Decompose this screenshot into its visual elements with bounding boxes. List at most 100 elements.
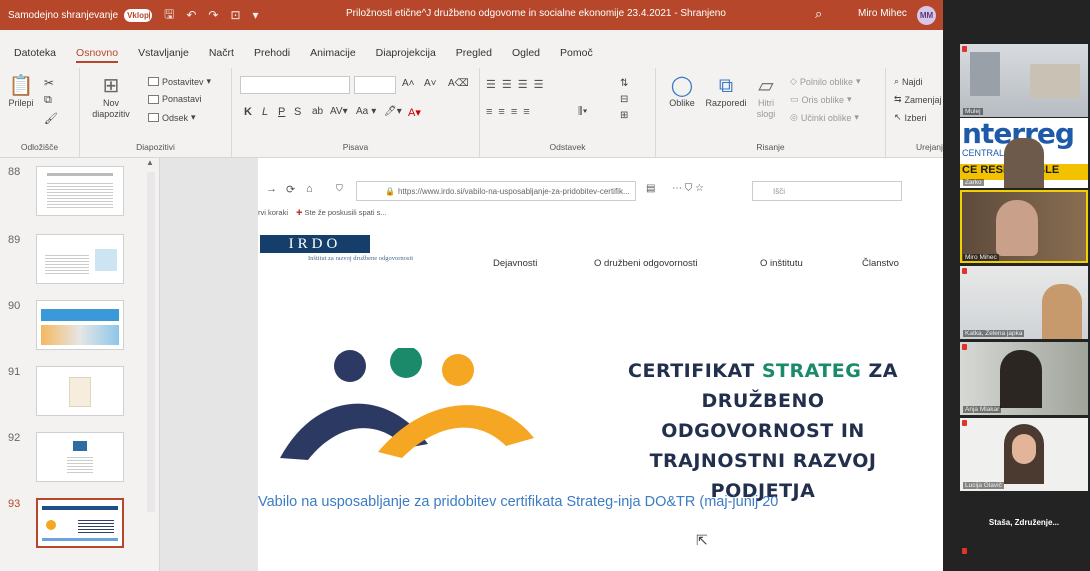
shape-outline-button[interactable]: ▭ Oris oblike ▾ — [790, 94, 852, 105]
home-icon: ⌂ — [306, 183, 313, 195]
shapes-button[interactable]: ◯ Oblike — [664, 74, 700, 109]
drawing-label: Risanje — [756, 142, 785, 152]
mic-muted-icon — [962, 420, 967, 426]
shape-effects-button[interactable]: ◎ Učinki oblike ▾ — [790, 112, 859, 123]
highlight-icon[interactable]: 🖊▾ — [384, 106, 402, 117]
shadow-button[interactable]: S — [294, 106, 301, 118]
italic-button[interactable]: L — [262, 106, 268, 118]
tab-review[interactable]: Pregled — [456, 47, 492, 59]
strikethrough-icon[interactable]: ab — [312, 106, 323, 117]
list-buttons-icon[interactable]: ☰☰☰☰ — [486, 78, 549, 91]
slide-number: 91 — [8, 366, 21, 378]
columns-icon[interactable]: ⫼▾ — [578, 106, 587, 117]
arrange-button[interactable]: ⧉ Razporedi — [704, 74, 748, 109]
find-button[interactable]: ⌕ Najdi — [894, 76, 923, 87]
format-painter-icon[interactable]: 🖌 — [44, 112, 58, 125]
section-icon — [148, 113, 159, 122]
scroll-up-icon[interactable]: ▲ — [146, 158, 154, 167]
slide-thumbnail-89[interactable] — [36, 234, 124, 284]
text-direction-icon[interactable]: ⇅ — [620, 78, 628, 89]
tab-home[interactable]: Osnovno — [76, 47, 119, 63]
present-icon[interactable]: ⊡ — [230, 8, 240, 22]
align-text-icon[interactable]: ⊟ — [620, 94, 628, 105]
participant-tile[interactable]: Katka, Zelena japka — [960, 266, 1088, 339]
font-color-icon[interactable]: A▾ — [408, 106, 421, 119]
browser-search-box: Išči — [752, 181, 902, 201]
shape-fill-button[interactable]: ◇ Polnilo oblike ▾ — [790, 76, 861, 87]
redo-icon[interactable]: ↷ — [208, 8, 218, 22]
current-slide[interactable]: → ⟳ ⌂ ⛉ 🔒 https://www.irdo.si/vabilo-na-u… — [258, 158, 960, 571]
quick-styles-button[interactable]: ▱ Hitri slogi — [750, 74, 782, 120]
shapes-icon: ◯ — [670, 75, 694, 97]
thumbnails-scrollbar[interactable]: ▲ — [145, 158, 155, 571]
character-spacing-icon[interactable]: AV▾ — [330, 106, 348, 117]
undo-icon[interactable]: ↶ — [186, 8, 196, 22]
title-bar: Samodejno shranjevanje Vklop 🖫 ↶ ↷ ⊡ ▾ P… — [0, 0, 1090, 30]
participant-tile[interactable]: Lucija Glavič — [960, 418, 1088, 491]
smartart-icon[interactable]: ⊞ — [620, 110, 628, 121]
grow-font-icon[interactable]: A˄ — [402, 78, 415, 89]
save-icon[interactable]: 🖫 — [164, 5, 174, 26]
slide-thumbnail-92[interactable] — [36, 432, 124, 482]
font-size-select[interactable] — [354, 76, 396, 94]
slide-thumbnail-93[interactable] — [36, 498, 124, 548]
site-nav-item: O inštitutu — [760, 258, 803, 269]
autosave-label: Samodejno shranjevanje — [8, 9, 119, 21]
customize-toolbar-icon[interactable]: ▾ — [253, 8, 259, 22]
shrink-font-icon[interactable]: A˅ — [424, 78, 437, 89]
copy-icon[interactable]: ⧉ — [44, 94, 52, 107]
reset-button[interactable]: Ponastavi — [148, 94, 202, 104]
paste-icon: 📋 — [8, 75, 34, 97]
participant-tile[interactable]: nterreg CENTRAL EUROPE CE RESPONSIBLE Za… — [960, 118, 1088, 188]
invitation-text: Vabilo na usposabljanje za pridobitev ce… — [258, 494, 779, 510]
site-nav-item: O družbeni odgovornosti — [594, 258, 698, 269]
participant-tile[interactable]: Mulej — [960, 44, 1088, 117]
quick-styles-icon: ▱ — [758, 75, 774, 97]
new-slide-button[interactable]: ⊞ Nov diapozitiv — [88, 74, 134, 120]
site-nav-item: Članstvo — [862, 258, 899, 269]
tab-view[interactable]: Ogled — [512, 47, 540, 59]
tab-slideshow[interactable]: Diaprojekcija — [376, 47, 436, 59]
reset-icon — [148, 94, 159, 104]
slide-thumbnail-90[interactable] — [36, 300, 124, 350]
tab-file[interactable]: Datoteka — [14, 47, 56, 59]
reload-icon: ⟳ — [286, 184, 296, 196]
avatar[interactable]: MM — [917, 6, 936, 25]
change-case-button[interactable]: Aa ▾ — [356, 106, 376, 117]
slides-label: Diapozitivi — [136, 142, 175, 152]
clear-format-icon[interactable]: A⌫ — [448, 78, 469, 89]
slide-thumbnail-91[interactable] — [36, 366, 124, 416]
autosave-toggle[interactable]: Vklop — [124, 8, 153, 22]
shield-icon: ⛉ — [336, 183, 343, 193]
bold-button[interactable]: K — [244, 106, 252, 118]
slide-thumbnail-88[interactable] — [36, 166, 124, 216]
select-button[interactable]: ↖ Izberi — [894, 112, 927, 123]
align-buttons-icon[interactable]: ≡≡≡≡ — [486, 106, 536, 118]
tab-design[interactable]: Načrt — [209, 47, 234, 59]
irdo-logo-subtitle: Inštitut za razvoj družbene odgovornosti — [308, 255, 414, 262]
participant-name-only[interactable]: Staša, Združenje... — [960, 518, 1088, 527]
participant-tile[interactable]: Anja Mlakar — [960, 342, 1088, 415]
tab-insert[interactable]: Vstavljanje — [138, 47, 189, 59]
slide-number: 89 — [8, 234, 21, 246]
tab-animations[interactable]: Animacije — [310, 47, 356, 59]
layout-button[interactable]: Postavitev ▾ — [148, 76, 211, 87]
paste-button[interactable]: 📋 Prilepi — [6, 74, 36, 109]
slide-number: 93 — [8, 498, 21, 510]
drawing-group: ◯ Oblike ⧉ Razporedi ▱ Hitri slogi ◇ Pol… — [656, 68, 886, 158]
section-button[interactable]: Odsek ▾ — [148, 112, 196, 123]
replace-button[interactable]: ⇆ Zamenjaj — [894, 94, 942, 105]
lock-icon: 🔒 — [385, 186, 395, 196]
tab-help[interactable]: Pomoč — [560, 47, 593, 59]
search-icon[interactable]: ⌕ — [815, 6, 822, 22]
tab-transitions[interactable]: Prehodi — [254, 47, 290, 59]
document-title[interactable]: Priložnosti etične^J družbeno odgovorne … — [346, 8, 726, 19]
participant-tile-active-speaker[interactable]: Miro Mihec — [960, 190, 1088, 263]
font-name-select[interactable] — [240, 76, 350, 94]
cut-icon[interactable]: ✂ — [44, 76, 54, 90]
user-name[interactable]: Miro Mihec — [858, 8, 907, 19]
arrange-icon: ⧉ — [718, 75, 734, 97]
strateg-logo-graphic — [280, 348, 534, 460]
underline-button[interactable]: P — [278, 106, 285, 118]
layout-icon — [148, 77, 159, 86]
